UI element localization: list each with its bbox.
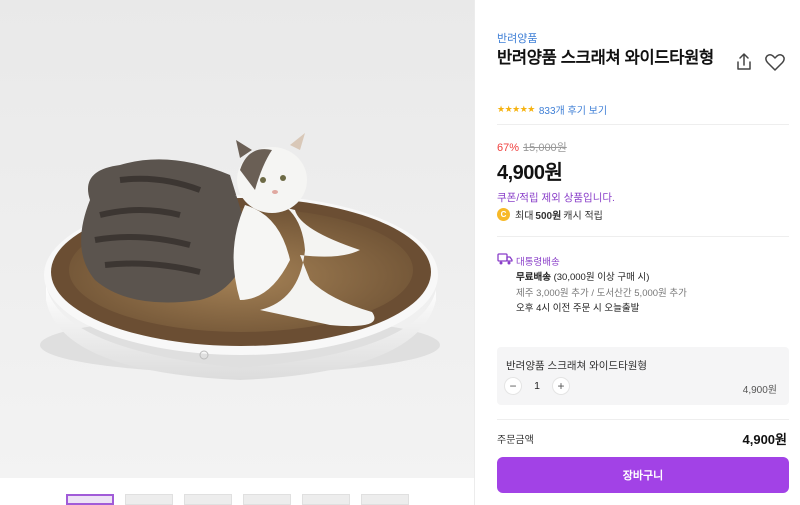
thumbnail-2[interactable] <box>125 494 173 505</box>
cash-suffix: 캐시 적립 <box>563 211 603 222</box>
divider <box>497 236 789 237</box>
product-gallery <box>0 0 474 505</box>
quantity-value: 1 <box>534 380 540 392</box>
shipping-type: 대통령배송 <box>516 257 560 268</box>
original-price: 15,000원 <box>523 142 567 154</box>
increase-quantity-button[interactable]: + <box>552 377 570 395</box>
heart-icon <box>765 54 785 71</box>
cat-scratcher-photo <box>40 133 440 380</box>
discount-rate: 67% <box>497 142 520 154</box>
thumbnail-3[interactable] <box>184 494 232 505</box>
thumbnail-5[interactable] <box>302 494 350 505</box>
review-link[interactable]: 833개 후기 보기 <box>539 102 607 117</box>
selected-option-box: 반려양품 스크래쳐 와이드타원형 − 1 + 4,900원 <box>497 347 789 405</box>
cash-coin-icon: C <box>497 208 510 221</box>
free-shipping-info: 무료배송 (30,000원 이상 구매 시) <box>516 269 649 283</box>
product-title: 반려양품 스크래쳐 와이드타원형 <box>497 49 714 67</box>
cash-amount: 500원 <box>535 211 562 222</box>
order-total-label: 주문금액 <box>497 435 534 446</box>
coupon-note: 쿠폰/적립 제외 상품입니다. <box>497 192 615 204</box>
vertical-divider <box>474 0 475 505</box>
cash-prefix: 최대 <box>515 211 534 222</box>
order-total-price: 4,900원 <box>742 432 788 447</box>
decrease-quantity-button[interactable]: − <box>504 377 522 395</box>
wishlist-button[interactable] <box>763 50 787 74</box>
option-price: 4,900원 <box>742 385 777 396</box>
quantity-stepper: − 1 + <box>504 377 570 395</box>
star-rating: ★★★★★ <box>497 104 535 114</box>
sale-price: 4,900원 <box>497 162 563 184</box>
discount-row: 67% 15,000원 <box>497 139 567 155</box>
free-shipping-condition: (30,000원 이상 구매 시) <box>553 272 650 283</box>
truck-icon <box>497 253 513 265</box>
cash-reward-row: C 최대 500원 캐시 적립 <box>497 207 603 222</box>
thumbnail-strip <box>66 494 409 505</box>
thumbnail-6[interactable] <box>361 494 409 505</box>
same-day-shipping-notice: 오후 4시 이전 주문 시 오늘출발 <box>516 303 640 314</box>
brand-link[interactable]: 반려양품 <box>497 30 537 46</box>
rating-row: ★★★★★ 833개 후기 보기 <box>497 102 607 117</box>
thumbnail-4[interactable] <box>243 494 291 505</box>
divider <box>497 419 789 420</box>
thumbnail-1[interactable] <box>66 494 114 505</box>
share-icon <box>737 53 751 70</box>
option-name: 반려양품 스크래쳐 와이드타원형 <box>506 360 648 372</box>
extra-shipping-fee: 제주 3,000원 추가 / 도서산간 5,000원 추가 <box>516 288 687 299</box>
free-shipping-label: 무료배송 <box>516 272 551 283</box>
share-button[interactable] <box>732 50 756 74</box>
add-to-cart-button[interactable]: 장바구니 <box>497 457 789 493</box>
product-info-panel: 반려양품 반려양품 스크래쳐 와이드타원형 ★★★★★ 833개 후기 보기 6… <box>497 0 789 505</box>
divider <box>497 124 789 125</box>
product-main-image[interactable] <box>0 0 474 478</box>
